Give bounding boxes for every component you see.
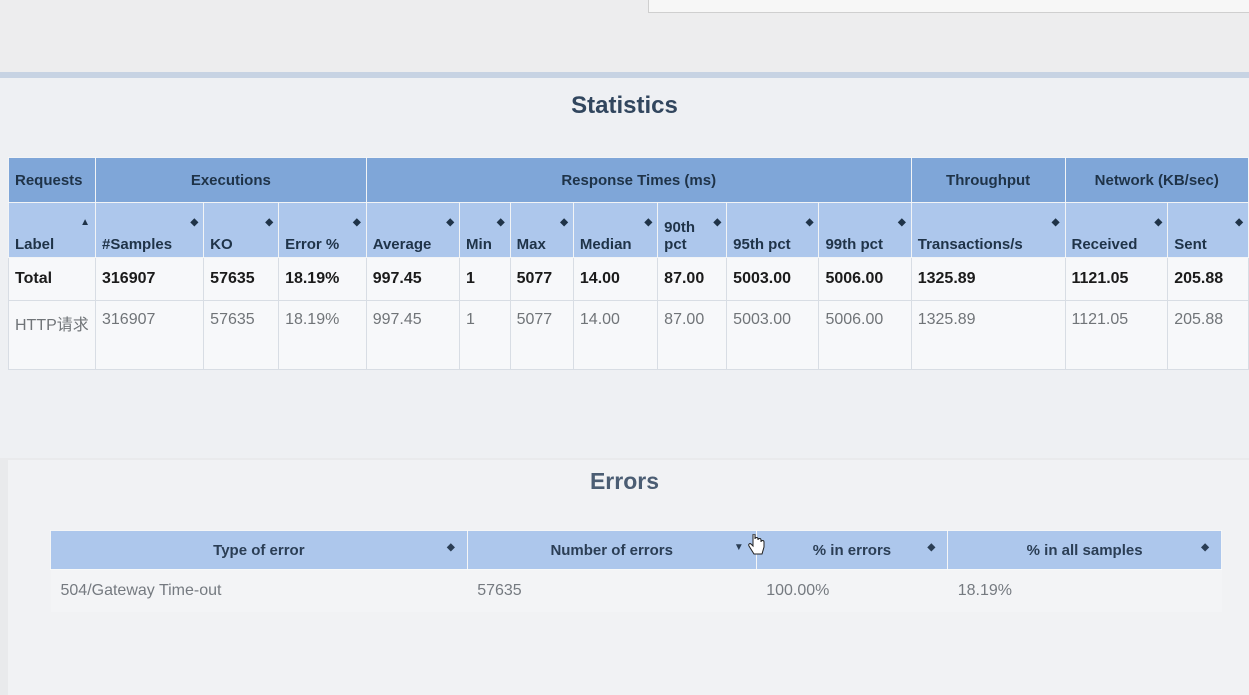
sort-icon: ◆ xyxy=(1201,542,1209,553)
col-99th-pct[interactable]: 99th pct ◆ xyxy=(818,202,912,258)
col-min[interactable]: Min ◆ xyxy=(459,202,511,258)
col-samples[interactable]: #Samples ◆ xyxy=(94,202,205,258)
row-max: 5077 xyxy=(509,300,574,370)
row-95th: 5003.00 xyxy=(726,300,820,370)
col-max[interactable]: Max ◆ xyxy=(509,202,574,258)
sort-icon: ◆ xyxy=(560,217,568,228)
sort-icon: ◆ xyxy=(496,217,505,228)
col-transactions[interactable]: Transactions/s ◆ xyxy=(910,202,1066,258)
top-input-box xyxy=(648,0,1249,13)
col-90th-pct[interactable]: 90th pct ◆ xyxy=(657,202,728,258)
errors-table: Type of error ◆ Number of errors ▼ % in er… xyxy=(50,530,1222,612)
column-header-row: Label ▲ #Samples ◆ KO ◆ Error % ◆ Average ◆ M… xyxy=(8,202,1249,258)
group-response-times: Response Times (ms) xyxy=(365,157,912,203)
error-type: 504/Gateway Time-out xyxy=(50,569,468,612)
col-error-pct[interactable]: Error % ◆ xyxy=(278,202,367,258)
table-row: 504/Gateway Time-out 57635 100.00% 18.19… xyxy=(50,569,1222,612)
total-max: 5077 xyxy=(509,257,574,301)
sort-desc-icon: ▼ xyxy=(733,542,744,553)
col-pct-in-all-samples[interactable]: % in all samples ◆ xyxy=(947,530,1222,570)
total-99th: 5006.00 xyxy=(818,257,912,301)
col-ko[interactable]: KO ◆ xyxy=(203,202,280,258)
top-area xyxy=(0,0,1249,78)
total-90th: 87.00 xyxy=(657,257,728,301)
col-sent[interactable]: Sent ◆ xyxy=(1167,202,1249,258)
total-min: 1 xyxy=(459,257,511,301)
row-ko: 57635 xyxy=(203,300,280,370)
total-samples: 316907 xyxy=(94,257,205,301)
sort-icon: ◆ xyxy=(265,217,274,228)
sort-icon: ◆ xyxy=(644,217,653,228)
row-90th: 87.00 xyxy=(657,300,728,370)
row-error-pct: 18.19% xyxy=(278,300,367,370)
col-received[interactable]: Received ◆ xyxy=(1064,202,1169,258)
row-label: HTTP请求 xyxy=(8,300,96,370)
error-count: 57635 xyxy=(467,569,757,612)
group-header-row: Requests Executions Response Times (ms) … xyxy=(8,157,1249,203)
group-requests: Requests xyxy=(8,157,96,203)
sort-icon: ◆ xyxy=(898,217,906,228)
col-median[interactable]: Median ◆ xyxy=(572,202,659,258)
row-transactions: 1325.89 xyxy=(910,300,1066,370)
sort-icon: ◆ xyxy=(446,542,455,553)
group-network: Network (KB/sec) xyxy=(1064,157,1249,203)
row-sent: 205.88 xyxy=(1167,300,1249,370)
col-95th-pct[interactable]: 95th pct ◆ xyxy=(726,202,820,258)
row-99th: 5006.00 xyxy=(818,300,912,370)
total-error-pct: 18.19% xyxy=(278,257,367,301)
sort-icon: ◆ xyxy=(713,217,722,228)
errors-title: Errors xyxy=(589,468,660,494)
total-median: 14.00 xyxy=(572,257,659,301)
sort-icon: ◆ xyxy=(927,542,936,553)
total-average: 997.45 xyxy=(365,257,461,301)
group-throughput: Throughput xyxy=(910,157,1066,203)
col-pct-in-errors[interactable]: % in errors ◆ xyxy=(755,530,949,570)
total-received: 1121.05 xyxy=(1064,257,1169,301)
sort-icon: ◆ xyxy=(190,217,199,228)
row-median: 14.00 xyxy=(572,300,659,370)
error-pct-all: 18.19% xyxy=(947,569,1222,612)
row-received: 1121.05 xyxy=(1064,300,1169,370)
hand-cursor-icon xyxy=(748,534,765,555)
col-average[interactable]: Average ◆ xyxy=(365,202,461,258)
statistics-table: Requests Executions Response Times (ms) … xyxy=(8,157,1249,370)
col-number-of-errors[interactable]: Number of errors ▼ xyxy=(466,530,757,570)
total-row: Total 316907 57635 18.19% 997.45 1 5077 … xyxy=(8,257,1249,301)
group-executions: Executions xyxy=(95,157,367,203)
col-label[interactable]: Label ▲ xyxy=(8,202,96,258)
sort-icon: ◆ xyxy=(1154,217,1163,228)
total-transactions: 1325.89 xyxy=(910,257,1066,301)
error-pct-in-errors: 100.00% xyxy=(756,569,948,612)
sort-icon: ◆ xyxy=(446,217,455,228)
row-samples: 316907 xyxy=(94,300,205,370)
table-row: HTTP请求 316907 57635 18.19% 997.45 1 5077… xyxy=(8,300,1249,370)
errors-header-row: Type of error ◆ Number of errors ▼ % in er… xyxy=(50,530,1222,570)
sort-asc-icon: ▲ xyxy=(80,217,90,228)
total-sent: 205.88 xyxy=(1167,257,1249,301)
total-95th: 5003.00 xyxy=(726,257,820,301)
sort-icon: ◆ xyxy=(805,217,814,228)
total-label: Total xyxy=(8,257,96,301)
sort-icon: ◆ xyxy=(1235,217,1243,228)
sort-icon: ◆ xyxy=(1051,217,1060,228)
statistics-title: Statistics xyxy=(571,92,678,119)
col-type-of-error[interactable]: Type of error ◆ xyxy=(50,530,468,570)
row-average: 997.45 xyxy=(365,300,461,370)
sort-icon: ◆ xyxy=(352,217,361,228)
row-min: 1 xyxy=(459,300,511,370)
total-ko: 57635 xyxy=(203,257,280,301)
